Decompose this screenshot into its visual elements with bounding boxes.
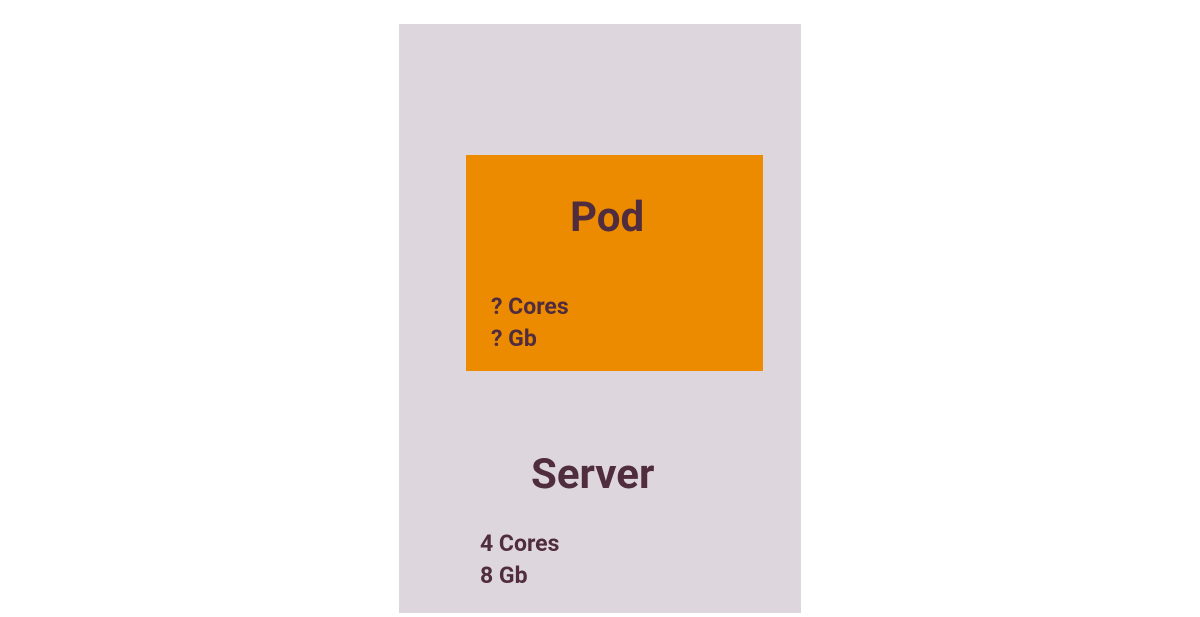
pod-memory-label: ? Gb bbox=[491, 325, 537, 352]
server-cores-label: 4 Cores bbox=[480, 530, 559, 557]
server-memory-label: 8 Gb bbox=[480, 562, 528, 589]
pod-cores-label: ? Cores bbox=[491, 293, 569, 320]
server-title: Server bbox=[531, 450, 654, 499]
pod-title: Pod bbox=[570, 193, 644, 242]
